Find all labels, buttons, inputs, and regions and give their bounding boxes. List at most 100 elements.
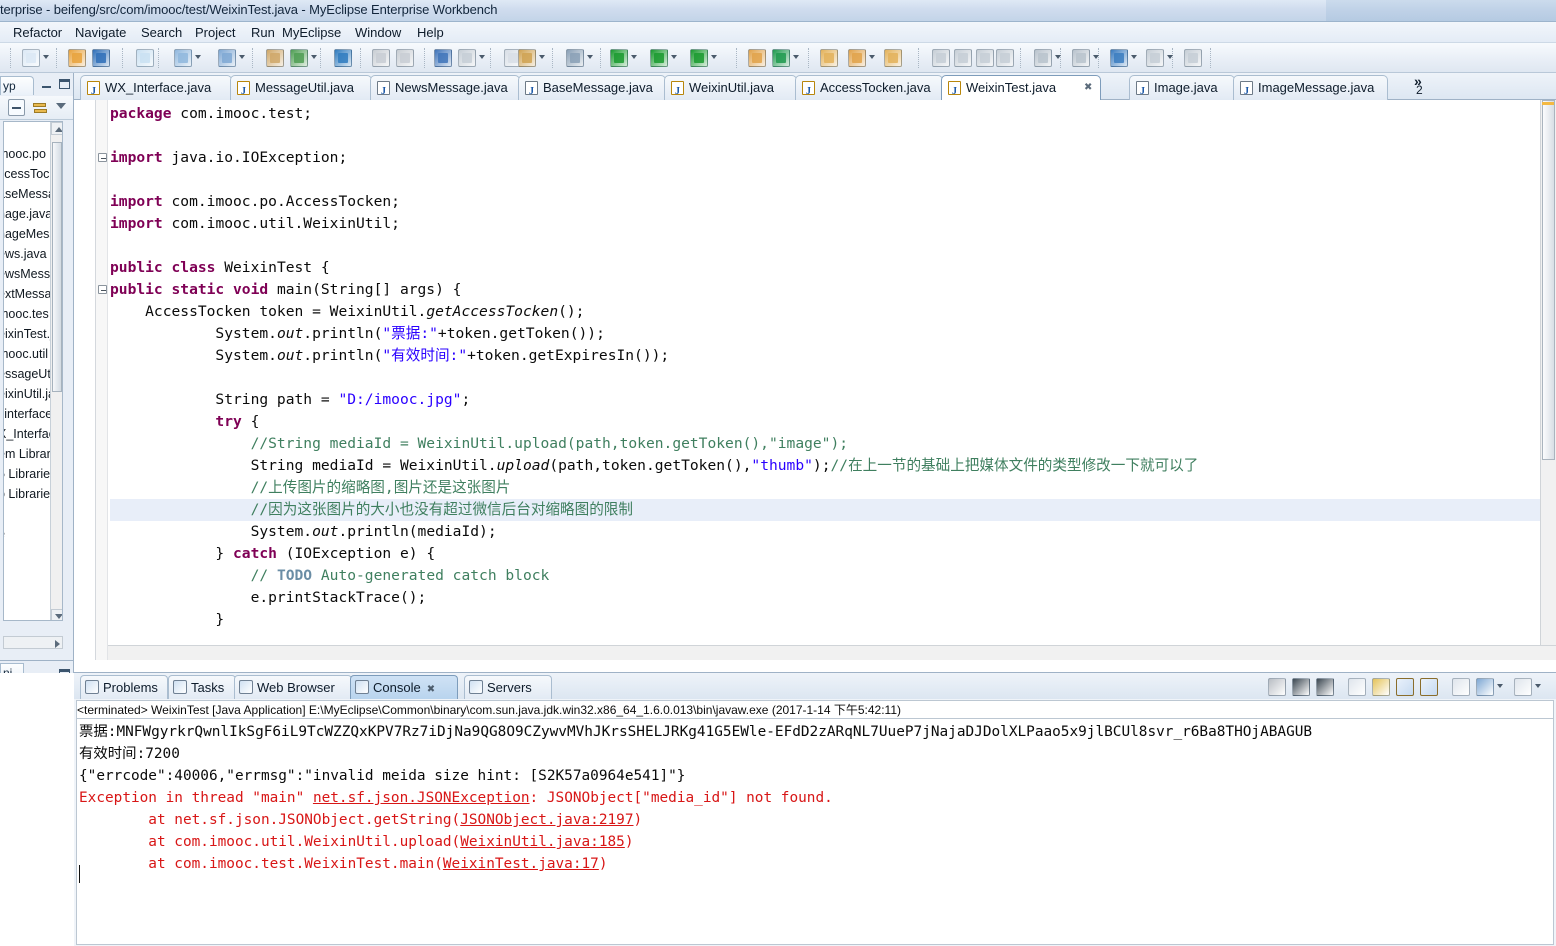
remove-all-launches-icon[interactable] [1316, 678, 1334, 696]
pin-console-icon[interactable] [1420, 678, 1438, 696]
minimize-outline-button[interactable] [40, 668, 53, 673]
menu-item-navigate[interactable]: Navigate [70, 24, 131, 41]
editor-tab-weixintest-java[interactable]: WeixinTest.java ✖ [941, 75, 1101, 104]
tree-item[interactable]: nageMess [4, 224, 56, 244]
browser-icon[interactable] [334, 49, 352, 67]
new-console-view-icon[interactable] [1514, 678, 1532, 696]
fold-collapse-icon[interactable] [98, 285, 107, 294]
pin-editor-icon[interactable] [1072, 49, 1090, 67]
next-annot-icon[interactable] [954, 49, 972, 67]
tree-item[interactable]: nage.java [4, 204, 52, 224]
back-dropdown-chevron-down-icon[interactable] [1131, 55, 1137, 59]
editor-tab-newsmessage-java[interactable]: NewsMessage.java [370, 75, 520, 104]
import-icon[interactable] [266, 49, 284, 67]
view-menu-chevron-down-icon[interactable] [56, 103, 66, 109]
deploy-icon[interactable] [136, 49, 154, 67]
remove-launch-icon[interactable] [1292, 678, 1310, 696]
tree-item[interactable]: aseMessa [4, 184, 55, 204]
export-dropdown-chevron-down-icon[interactable] [311, 55, 317, 59]
open-perspective-dropdown-chevron-down-icon[interactable] [195, 55, 201, 59]
search-ref-icon[interactable] [848, 49, 866, 67]
stacktrace-link[interactable]: JSONObject.java:2197 [460, 812, 633, 828]
tree-item[interactable]: eixinTest.j [4, 324, 53, 344]
run-icon[interactable] [610, 49, 628, 67]
open-resource-icon[interactable] [884, 49, 902, 67]
maximize-outline-button[interactable] [58, 668, 71, 673]
clear-console-icon[interactable] [1348, 678, 1366, 696]
run-server-icon[interactable] [690, 49, 708, 67]
tree-item[interactable]: ccessTock [4, 164, 56, 184]
menu-item-help[interactable]: Help [412, 24, 449, 41]
editor-tab-imagemessage-java[interactable]: ImageMessage.java [1233, 75, 1388, 104]
prev-annot-icon[interactable] [932, 49, 950, 67]
tree-item[interactable]: mooc.tes [4, 304, 49, 324]
editor-tab-image-java[interactable]: Image.java [1129, 75, 1235, 104]
tree-item[interactable]: essageUt [4, 364, 51, 384]
tree-item[interactable]: e [4, 524, 5, 544]
stacktrace-link[interactable]: WeixinUtil.java:185 [460, 834, 625, 850]
editor-folding-column[interactable] [96, 100, 108, 660]
open-console-icon[interactable] [1476, 678, 1494, 696]
new-wizard-icon[interactable] [22, 49, 40, 67]
search-ref-dropdown-chevron-down-icon[interactable] [869, 55, 875, 59]
menu-item-myeclipse[interactable]: MyEclipse [277, 24, 346, 41]
maximize-panel-button[interactable] [58, 78, 71, 91]
scrollbar-thumb[interactable] [52, 142, 62, 392]
fold-collapse-icon[interactable] [98, 153, 107, 162]
debug-dropdown-chevron-down-icon[interactable] [587, 55, 593, 59]
pin-editor-dropdown-chevron-down-icon[interactable] [1093, 55, 1099, 59]
editor-horizontal-scrollbar[interactable] [108, 645, 1556, 660]
paste-icon[interactable] [518, 49, 536, 67]
console-tab-web-browser[interactable]: Web Browser [234, 675, 352, 699]
save-as-dropdown-chevron-down-icon[interactable] [239, 55, 245, 59]
tree-item[interactable]: mooc.util [4, 344, 48, 364]
show-whitespace-icon[interactable] [996, 49, 1014, 67]
code-editor[interactable]: package com.imooc.test; import java.io.I… [74, 100, 1556, 660]
tree-item[interactable]: ewsMessa [4, 264, 57, 284]
console-tab-problems[interactable]: Problems [80, 675, 168, 699]
package-explorer-tab[interactable]: yp [0, 76, 34, 95]
run-dropdown-chevron-down-icon[interactable] [631, 55, 637, 59]
stacktrace-link[interactable]: WeixinTest.java:17 [443, 856, 599, 872]
stacktrace-link[interactable]: net.sf.json.JSONException [313, 790, 530, 806]
editor-tools-icon[interactable] [1034, 49, 1052, 67]
paste-dropdown-chevron-down-icon[interactable] [539, 55, 545, 59]
run-config-dropdown-chevron-down-icon[interactable] [671, 55, 677, 59]
tree-item[interactable]: mooc.po [4, 144, 46, 164]
open-perspective-icon[interactable] [174, 49, 192, 67]
editor-vertical-scrollbar[interactable] [1540, 100, 1556, 645]
editor-tab-wx_interface-java[interactable]: WX_Interface.java [80, 75, 232, 104]
open-console-chevron-down-icon[interactable] [1497, 684, 1503, 688]
tree-item[interactable]: em Librar [4, 444, 51, 464]
run-server-dropdown-chevron-down-icon[interactable] [711, 55, 717, 59]
editor-tools-dropdown-chevron-down-icon[interactable] [1055, 55, 1061, 59]
new-console-view-chevron-down-icon[interactable] [1535, 684, 1541, 688]
menu-item-search[interactable]: Search [136, 24, 187, 41]
link-with-editor-icon[interactable] [32, 99, 49, 116]
terminate-icon[interactable] [1268, 678, 1286, 696]
new-wizard-dropdown-chevron-down-icon[interactable] [43, 55, 49, 59]
tree-item[interactable]: ews.java [4, 244, 47, 264]
last-edit-icon[interactable] [1184, 49, 1202, 67]
close-icon[interactable]: ✖ [427, 684, 435, 695]
display-selected-console-icon[interactable] [1452, 678, 1470, 696]
new-class-icon[interactable] [748, 49, 766, 67]
forward-icon[interactable] [1146, 49, 1164, 67]
editor-source-code[interactable]: package com.imooc.test; import java.io.I… [110, 100, 1540, 660]
tree-item[interactable]: X_Interfac [4, 424, 55, 444]
tree-item[interactable]: 5 Libraries [4, 464, 56, 484]
menu-item-run[interactable]: Run [246, 24, 280, 41]
editor-tab-basemessage-java[interactable]: BaseMessage.java [518, 75, 666, 104]
debug-icon[interactable] [566, 49, 584, 67]
menu-item-project[interactable]: Project [190, 24, 240, 41]
editor-tab-messageutil-java[interactable]: MessageUtil.java [230, 75, 372, 104]
scroll-down-arrow-icon[interactable] [51, 609, 62, 620]
console-output[interactable]: 票据:MNFWgyrkrQwnlIkSgF6iL9TcWZZQxKPV7Rz7i… [76, 718, 1554, 945]
collapse-all-icon[interactable] [8, 99, 25, 116]
tree-item[interactable]: xinterface [4, 404, 52, 424]
search-all-dropdown-chevron-down-icon[interactable] [793, 55, 799, 59]
tree-item[interactable]: o Libraries [4, 484, 56, 504]
scrollbar-thumb[interactable] [1542, 100, 1555, 460]
window-controls[interactable] [1326, 0, 1556, 21]
menu-item-refactor[interactable]: Refactor [8, 24, 67, 41]
